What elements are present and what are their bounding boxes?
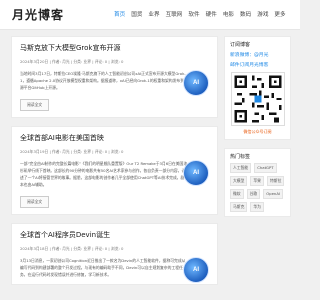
tag-item[interactable]: 人工智能 [230, 163, 252, 173]
nav-item-industry[interactable]: 业界 [148, 10, 159, 18]
article-meta: 2024年3月18日 | 作者: 月光 | 分类: 业界 | 评论: 0 | 浏… [20, 246, 124, 251]
tag-item[interactable]: 微软 [230, 189, 244, 199]
subscribe-widget: 订阅博客 新浪微博：@月光 邮件订阅月光博客 微信公众号订阅 [224, 36, 291, 140]
ai-thumb-label: AI [193, 170, 199, 176]
article-body: 3月13日消息，一家初创公司Cognition近日推出了一款名为Devin的人工… [20, 257, 209, 283]
tag-item[interactable]: 华为 [250, 202, 264, 212]
tags-title: 热门标签 [230, 154, 251, 160]
article-body: 一部“完全由AI制作的完整长篇电影”《我们的明星舰队重置版》Our T2 Rem… [20, 160, 209, 188]
article-title[interactable]: 全球首部AI电影在美国首映 [20, 133, 209, 143]
sidebar: 订阅博客 新浪微博：@月光 邮件订阅月光博客 微信公众号订阅 热门标签 人工智能… [224, 36, 291, 225]
weibo-link[interactable]: 新浪微博：@月光 [230, 51, 285, 58]
nav-item-hardware[interactable]: 硬件 [206, 10, 217, 18]
article-meta: 2024年3月20日 | 作者: 月光 | 分类: 业界 | 评论: 0 | 浏… [20, 59, 124, 64]
article-thumbnail[interactable]: AI [183, 257, 209, 283]
read-more-button[interactable]: 阅读全文 [20, 196, 50, 208]
nav-item-domestic[interactable]: 国货 [131, 10, 142, 18]
wechat-qr-code [230, 72, 285, 126]
article-thumbnail[interactable]: AI [183, 70, 209, 96]
tags-widget: 热门标签 人工智能 ChatGPT 大模型 苹果 特斯拉 微软 谷歌 OpenA… [224, 148, 291, 217]
article-meta: 2024年3月19日 | 作者: 月光 | 分类: 业界 | 评论: 0 | 浏… [20, 149, 124, 154]
article-title[interactable]: 全球首个AI程序员Devin诞生 [20, 230, 209, 240]
site-logo[interactable]: 月光博客 [12, 6, 64, 23]
main-nav: 首页 国货 业界 互联网 软件 硬件 电影 数码 游戏 更多 [114, 10, 286, 18]
tag-item[interactable]: 谷歌 [246, 189, 261, 199]
nav-item-software[interactable]: 软件 [188, 10, 199, 18]
qr-caption: 微信公众号订阅 [243, 129, 272, 134]
tag-item[interactable]: 大模型 [230, 176, 248, 186]
nav-item-internet[interactable]: 互联网 [166, 10, 183, 18]
ai-thumb-label: AI [193, 267, 199, 273]
nav-item-digital[interactable]: 数码 [240, 10, 251, 18]
article-thumbnail[interactable]: AI [183, 160, 209, 186]
subscribe-title: 订阅博客 [230, 42, 251, 48]
tag-cloud: 人工智能 ChatGPT 大模型 苹果 特斯拉 微软 谷歌 OpenAI 马斯克… [230, 163, 285, 212]
nav-item-games[interactable]: 游戏 [257, 10, 268, 18]
read-more-button[interactable]: 阅读全文 [20, 99, 50, 111]
ai-thumb-label: AI [193, 80, 199, 86]
article-card: 全球首个AI程序员Devin诞生 2024年3月18日 | 作者: 月光 | 分… [11, 223, 218, 285]
article-body: 当地时间3月17日，特斯拉CEO埃隆·马斯克旗下的人工智能初创公司xAI正式宣布… [20, 70, 209, 96]
site-header: 月光博客 首页 国货 业界 互联网 软件 硬件 电影 数码 游戏 更多 [0, 0, 300, 30]
nav-item-home[interactable]: 首页 [114, 10, 125, 18]
nav-item-movies[interactable]: 电影 [223, 10, 234, 18]
email-subscribe-link[interactable]: 邮件订阅月光博客 [230, 61, 285, 68]
article-excerpt: 当地时间3月17日，特斯拉CEO埃隆·马斯克旗下的人工智能初创公司xAI正式宣布… [20, 71, 188, 90]
tag-item[interactable]: 特斯拉 [266, 176, 285, 186]
article-excerpt: 一部“完全由AI制作的完整长篇电影”《我们的明星舰队重置版》Our T2 Rem… [20, 161, 188, 187]
article-card: 马斯克放下大模型Grok宣布开源 2024年3月20日 | 作者: 月光 | 分… [11, 36, 218, 118]
article-card: 全球首部AI电影在美国首映 2024年3月19日 | 作者: 月光 | 分类: … [11, 126, 218, 215]
article-title[interactable]: 马斯克放下大模型Grok宣布开源 [20, 43, 209, 53]
nav-item-more[interactable]: 更多 [274, 10, 285, 18]
tag-item[interactable]: 马斯克 [230, 202, 248, 212]
tag-item[interactable]: ChatGPT [254, 163, 277, 173]
tag-item[interactable]: OpenAI [263, 189, 284, 199]
article-list: 马斯克放下大模型Grok宣布开源 2024年3月20日 | 作者: 月光 | 分… [11, 36, 218, 293]
tag-item[interactable]: 苹果 [250, 176, 264, 186]
article-excerpt: 3月13日消息，一家初创公司Cognition近日推出了一款名为Devin的人工… [20, 258, 186, 277]
